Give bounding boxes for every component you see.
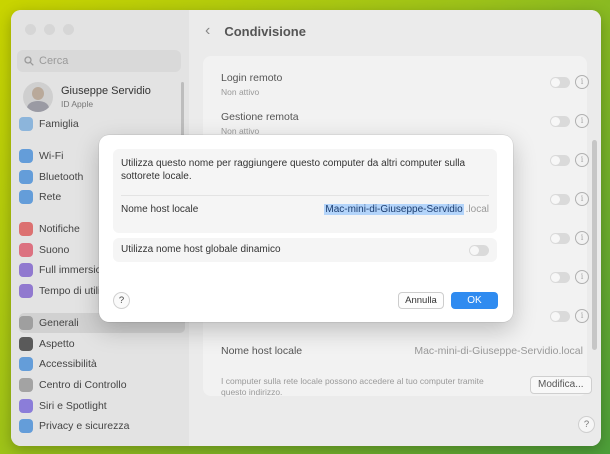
modal-overlay: Utilizza questo nome per raggiungere que… <box>0 0 610 454</box>
hostname-suffix: .local <box>465 204 489 215</box>
dynamic-hostname-toggle[interactable] <box>469 245 489 256</box>
hostname-group: Utilizza questo nome per raggiungere que… <box>113 149 497 233</box>
dialog-hostname-label: Nome host locale <box>121 204 199 215</box>
divider <box>121 195 489 196</box>
dynamic-hostname-group: Utilizza nome host globale dinamico <box>113 238 497 262</box>
hostname-input[interactable]: Mac-mini-di-Giuseppe-Servidio .local <box>324 204 489 215</box>
hostname-dialog: Utilizza questo nome per raggiungere que… <box>99 135 513 322</box>
cancel-button[interactable]: Annulla <box>398 292 444 309</box>
dialog-description: Utilizza questo nome per raggiungere que… <box>121 158 466 182</box>
dynamic-hostname-label: Utilizza nome host globale dinamico <box>121 244 281 255</box>
dialog-help-button[interactable]: ? <box>113 292 130 309</box>
ok-button[interactable]: OK <box>451 292 498 309</box>
hostname-selected-text: Mac-mini-di-Giuseppe-Servidio <box>324 204 464 215</box>
